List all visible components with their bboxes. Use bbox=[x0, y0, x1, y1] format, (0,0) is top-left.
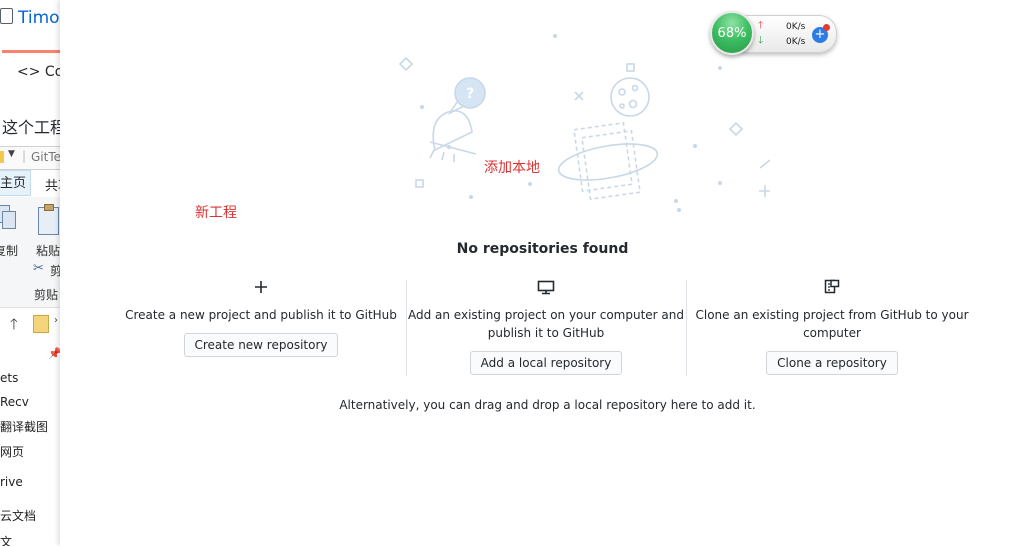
nav-item[interactable]: 云文档 bbox=[0, 507, 36, 524]
copy-icon[interactable] bbox=[0, 205, 18, 231]
ribbon-tabs: 主页 共享 bbox=[0, 170, 62, 196]
active-tab-underline bbox=[2, 50, 62, 53]
address-path: GitTe bbox=[31, 150, 62, 164]
repo-clone-icon bbox=[692, 276, 972, 298]
annotation-add-local: 添加本地 bbox=[484, 160, 540, 176]
svg-text:?: ? bbox=[466, 86, 474, 102]
address-bar[interactable]: ▼ | GitTe bbox=[0, 146, 62, 170]
nav-item[interactable]: 翻译截图 bbox=[0, 418, 48, 435]
explorer-nav: 🡑 › bbox=[0, 310, 62, 338]
plus-icon bbox=[121, 276, 401, 298]
nav-item[interactable]: Recv bbox=[0, 395, 29, 409]
empty-state-title: No repositories found bbox=[456, 241, 629, 257]
nav-item[interactable]: ets bbox=[0, 371, 18, 385]
memory-usage-circle[interactable]: 68% bbox=[710, 11, 754, 55]
arrow-up-icon[interactable]: 🡑 bbox=[10, 314, 18, 339]
network-speed-widget[interactable]: 68% 🡑 🡓 0K/s 0K/s + bbox=[706, 9, 838, 59]
code-tab[interactable]: <> Cod bbox=[17, 64, 62, 80]
drag-drop-hint: Alternatively, you can drag and drop a l… bbox=[339, 398, 756, 412]
add-local-repository-option: Add an existing project on your computer… bbox=[406, 276, 686, 375]
nav-item[interactable]: 网页 bbox=[0, 443, 24, 460]
annotation-new-project: 新工程 bbox=[195, 205, 237, 221]
clipboard-group-label: 剪贴 bbox=[34, 288, 59, 302]
add-local-repository-button[interactable]: Add a local repository bbox=[469, 351, 623, 375]
scissors-icon[interactable]: ✂ bbox=[33, 261, 44, 276]
book-icon bbox=[0, 8, 13, 24]
notification-dot bbox=[823, 24, 830, 31]
project-label: 这个工程 bbox=[2, 118, 62, 137]
clone-repository-button[interactable]: Clone a repository bbox=[766, 351, 898, 375]
paste-label: 粘贴 bbox=[36, 244, 61, 258]
nav-item[interactable]: 文 bbox=[0, 533, 12, 546]
create-repository-option: Create a new project and publish it to G… bbox=[121, 276, 401, 357]
add-local-repository-description: Add an existing project on your computer… bbox=[407, 308, 685, 340]
github-desktop-welcome-panel: ? No repositories found Create a new pro… bbox=[60, 0, 1025, 546]
clone-repository-option: Clone an existing project from GitHub to… bbox=[692, 276, 972, 375]
copy-label: 复制 bbox=[0, 244, 19, 258]
chevron-right-icon[interactable]: › bbox=[54, 315, 58, 326]
download-arrow-icon: 🡓 bbox=[758, 35, 764, 46]
folder-icon bbox=[0, 151, 4, 163]
desktop-icon bbox=[406, 276, 686, 298]
upload-speed: 0K/s bbox=[786, 22, 806, 32]
clone-repository-description: Clone an existing project from GitHub to… bbox=[695, 308, 969, 340]
tab-home[interactable]: 主页 bbox=[0, 170, 31, 196]
column-divider bbox=[686, 280, 687, 376]
address-separator: | bbox=[22, 149, 27, 163]
create-repository-description: Create a new project and publish it to G… bbox=[125, 308, 397, 322]
folder-icon bbox=[33, 315, 49, 333]
background-repo-title[interactable]: Timo bbox=[0, 8, 60, 28]
paste-icon[interactable] bbox=[38, 204, 59, 235]
code-icon: <> bbox=[17, 64, 41, 80]
download-speed: 0K/s bbox=[786, 37, 806, 47]
ribbon-panel: 复制 粘贴 ✂ 剪 剪贴 bbox=[0, 197, 62, 308]
create-new-repository-button[interactable]: Create new repository bbox=[183, 333, 339, 357]
background-window: Timo <> Cod 这个工程 ▼ | GitTe 主页 共享 复制 粘贴 ✂… bbox=[0, 0, 62, 546]
chevron-down-icon[interactable]: ▼ bbox=[8, 149, 15, 159]
upload-arrow-icon: 🡑 bbox=[758, 20, 764, 31]
nav-item[interactable]: rive bbox=[0, 475, 23, 489]
